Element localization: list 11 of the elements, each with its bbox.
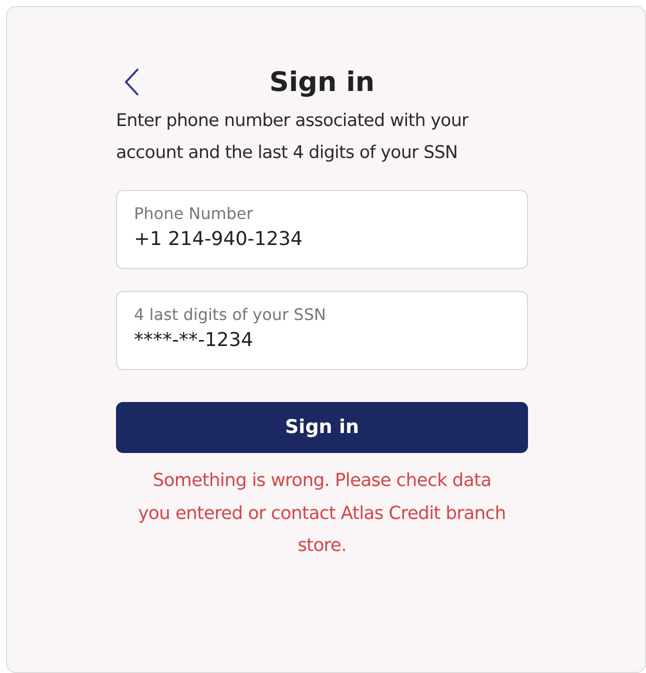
back-icon[interactable]	[124, 68, 140, 96]
sign-in-button[interactable]: Sign in	[116, 402, 528, 453]
instructions-text: Enter phone number associated with your account and the last 4 digits of your SSN	[116, 110, 470, 165]
page-title: Sign in	[269, 66, 375, 100]
input-field[interactable]: Phone Number +1 214-940-1234	[116, 190, 528, 269]
field-value[interactable]: ****-**-1234	[134, 326, 510, 354]
field-label: Phone Number	[134, 203, 254, 225]
error-message: Something is wrong. Please check data you entered or contact Atlas Credit branch store.	[137, 469, 507, 558]
field-value[interactable]: +1 214-940-1234	[134, 225, 510, 253]
input-field[interactable]: 4 last digits of your SSN ****-**-1234	[116, 291, 528, 370]
field-label: 4 last digits of your SSN	[134, 304, 327, 326]
